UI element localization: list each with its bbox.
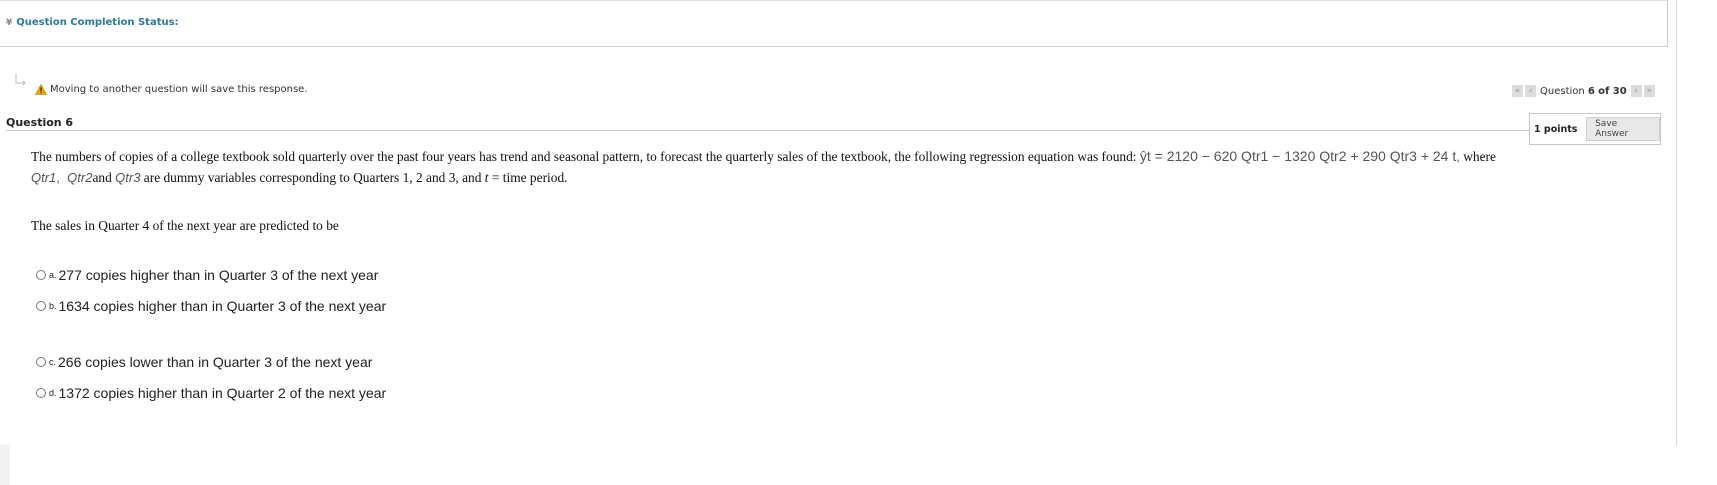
option-text: 1634 copies higher than in Quarter 3 of … — [58, 298, 387, 314]
question-pager: « ‹ Question 6 of 30 › » — [1512, 85, 1655, 97]
completion-status-label: Question Completion Status: — [16, 17, 179, 28]
dummy-var-qtr1: Qtr1 — [31, 170, 57, 185]
return-arrow-icon — [15, 74, 26, 86]
option-letter: d. — [49, 388, 57, 398]
completion-status-panel: ¥ Question Completion Status: — [0, 0, 1668, 47]
save-warning: Moving to another question will save thi… — [35, 84, 308, 95]
option-text: 1372 copies higher than in Quarter 2 of … — [58, 385, 387, 401]
page-edge-shadow — [0, 445, 10, 485]
answer-option-c[interactable]: c. 266 copies lower than in Quarter 3 of… — [36, 354, 372, 370]
question-divider — [6, 130, 1530, 131]
pager-current: 6 — [1587, 85, 1595, 97]
option-letter: b. — [49, 301, 57, 311]
points-value: 1 points — [1534, 123, 1578, 135]
and-word: and — [92, 170, 112, 185]
dummy-var-qtr3: Qtr3 — [115, 170, 141, 185]
question-text-where: where — [1459, 149, 1496, 164]
question-text-line2-end: = time period. — [488, 170, 568, 185]
option-letter: a. — [49, 270, 57, 280]
question-title: Question 6 — [6, 116, 74, 129]
option-text: 266 copies lower than in Quarter 3 of th… — [58, 354, 373, 370]
option-letter: c. — [49, 357, 57, 367]
option-text: 277 copies higher than in Quarter 3 of t… — [58, 267, 379, 283]
save-answer-button[interactable]: Save Answer — [1586, 117, 1660, 141]
first-page-icon[interactable]: « — [1512, 85, 1523, 97]
question-text-line2: are dummy variables corresponding to Qua… — [140, 170, 482, 185]
radio-button[interactable] — [36, 388, 46, 398]
chevron-down-icon: ¥ — [6, 17, 13, 28]
question-text: The numbers of copies of a college textb… — [31, 148, 1496, 185]
answer-option-b[interactable]: b. 1634 copies higher than in Quarter 3 … — [36, 298, 386, 314]
answer-option-d[interactable]: d. 1372 copies higher than in Quarter 2 … — [36, 385, 386, 401]
regression-equation: ŷt = 2120 − 620 Qtr1 − 1320 Qtr2 + 290 Q… — [1139, 148, 1457, 164]
prev-page-icon[interactable]: ‹ — [1525, 85, 1536, 97]
save-warning-text: Moving to another question will save thi… — [50, 84, 308, 95]
pager-label: Question 6 of 30 — [1540, 86, 1627, 97]
warning-triangle-icon — [35, 84, 47, 95]
question-prompt: The sales in Quarter 4 of the next year … — [31, 218, 339, 233]
dummy-var-qtr2: Qtr2 — [67, 170, 93, 185]
pager-prefix: Question — [1540, 85, 1585, 97]
radio-button[interactable] — [36, 357, 46, 367]
pager-total: of 30 — [1598, 85, 1627, 97]
radio-button[interactable] — [36, 301, 46, 311]
page-footer-area — [0, 445, 1717, 485]
points-panel: 1 points Save Answer — [1529, 113, 1661, 145]
radio-button[interactable] — [36, 270, 46, 280]
content-frame: ¥ Question Completion Status: Moving to … — [0, 0, 1677, 445]
question-text-before: The numbers of copies of a college textb… — [31, 149, 1140, 164]
last-page-icon[interactable]: » — [1643, 85, 1655, 97]
completion-status-toggle[interactable]: ¥ Question Completion Status: — [6, 17, 179, 28]
answer-option-a[interactable]: a. 277 copies higher than in Quarter 3 o… — [36, 267, 378, 283]
next-page-icon[interactable]: › — [1630, 85, 1642, 97]
